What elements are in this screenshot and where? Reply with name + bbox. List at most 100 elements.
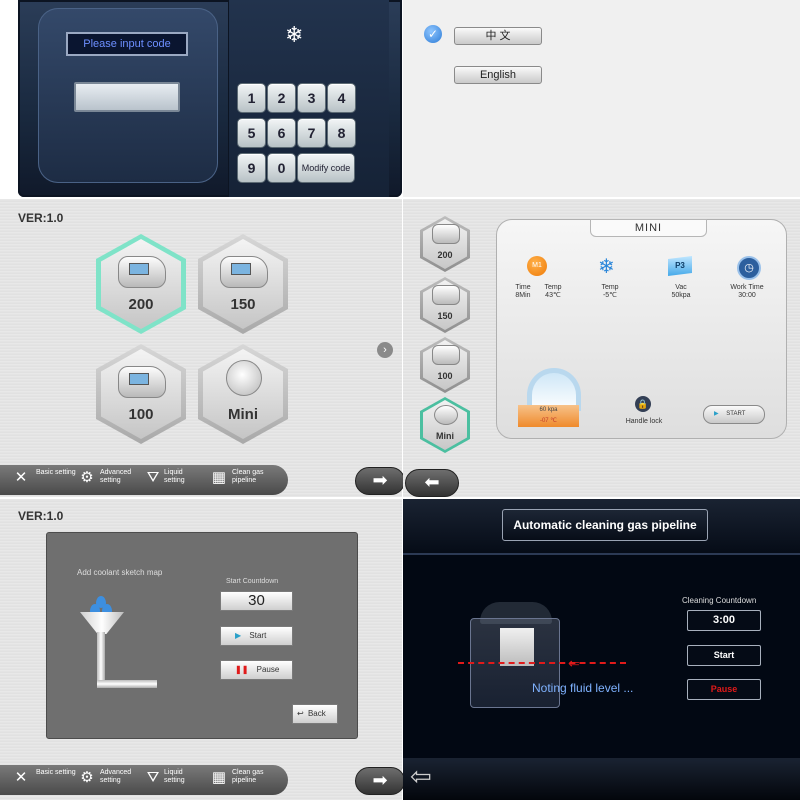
handle-100-image <box>118 366 166 398</box>
back-arrow-button[interactable]: ⬅ <box>405 469 459 497</box>
status-text: Noting fluid level ... <box>532 681 634 695</box>
clean-gas-pipeline-button[interactable]: Clean gas pipeline <box>232 469 272 485</box>
clean-gas-pipeline-button[interactable]: Clean gas pipeline <box>232 769 272 785</box>
pause-icon: ❚❚ <box>235 665 249 674</box>
handle-lock-label: Handle lock <box>625 418 663 425</box>
param-temp-cold: Temp -5℃ <box>596 284 624 300</box>
side-handle-150-label: 150 <box>437 311 453 321</box>
checkmark-icon[interactable]: ✓ <box>424 25 442 43</box>
modify-code-button[interactable]: Modify code <box>297 153 355 183</box>
side-handle-100-label: 100 <box>437 371 453 381</box>
back-icon: ↩ <box>297 709 304 718</box>
advanced-setting-button[interactable]: Advanced setting <box>100 469 140 485</box>
key-7[interactable]: 7 <box>297 118 326 148</box>
play-icon: ▶ <box>714 411 719 417</box>
settings-toolbar-bottom: ✕ Basic setting ⚙ Advanced setting ⛛ Liq… <box>0 765 288 795</box>
key-4[interactable]: 4 <box>327 83 356 113</box>
liquid-setting-button[interactable]: Liquid setting <box>164 769 196 785</box>
settings-toolbar: ✕ Basic setting ⚙ Advanced setting ⛛ Liq… <box>0 465 288 495</box>
play-icon: ▶ <box>235 631 242 640</box>
key-3[interactable]: 3 <box>297 83 326 113</box>
mini-start-label: START <box>726 411 746 417</box>
side-handle-200-label: 200 <box>437 250 453 260</box>
handle-200-image <box>118 256 166 288</box>
coolant-start-button[interactable]: ▶ Start <box>220 626 293 646</box>
cleaning-start-button[interactable]: Start <box>687 645 761 666</box>
fluid-level-line <box>458 662 626 664</box>
header-divider <box>403 553 800 555</box>
key-8[interactable]: 8 <box>327 118 356 148</box>
side-handle-mini-image <box>434 405 458 425</box>
cleaning-title: Automatic cleaning gas pipeline <box>502 509 708 541</box>
side-handle-mini-label: Mini <box>436 431 454 441</box>
arrow-left-icon: ⇐ <box>568 655 580 671</box>
param-time-label: Time <box>515 284 531 291</box>
cleaning-countdown-value: 3:00 <box>687 610 761 631</box>
param-vac-value: 50kpa <box>671 292 691 299</box>
handle-150-label: 150 <box>230 296 256 313</box>
next-page-icon[interactable]: › <box>377 342 393 358</box>
clock-icon: ◷ <box>737 256 761 280</box>
pressure-value: 60 kpa <box>539 407 558 413</box>
param-time: Time 8Min <box>512 284 534 300</box>
key-9[interactable]: 9 <box>237 153 266 183</box>
param-vac: Vac 50kpa <box>666 284 696 300</box>
temperature-value: -07 ℃ <box>539 418 558 424</box>
handle-150-image <box>220 256 268 288</box>
pipeline-icon: ▦ <box>211 469 227 486</box>
handle-mini-label: Mini <box>228 406 258 423</box>
advanced-setting-button[interactable]: Advanced setting <box>100 769 140 785</box>
p3-badge: P3 <box>668 256 692 276</box>
next-arrow-button[interactable]: ➡ <box>355 467 405 495</box>
tank-core-image <box>500 628 534 666</box>
param-temp-hot-label: Temp <box>544 284 562 291</box>
handle-100-label: 100 <box>128 406 154 423</box>
pipe-image <box>97 632 105 684</box>
m1-badge: M1 <box>527 256 547 276</box>
pipe-image <box>97 680 157 688</box>
key-2[interactable]: 2 <box>267 83 296 113</box>
param-work-time-value: 30:00 <box>738 292 756 299</box>
coolant-pause-button[interactable]: ❚❚ Pause <box>220 660 293 680</box>
param-vac-label: Vac <box>675 284 687 291</box>
mini-start-button[interactable]: ▶ START <box>703 405 765 424</box>
key-6[interactable]: 6 <box>267 118 296 148</box>
cold-snowflake-icon: ❄ <box>598 256 615 278</box>
basic-setting-button[interactable]: Basic setting <box>36 469 76 477</box>
snowflake-icon: ❄ <box>285 22 304 47</box>
language-english-button[interactable]: English <box>454 66 542 84</box>
gear-icon: ⚙ <box>80 769 94 786</box>
handle-select-panel <box>0 199 402 497</box>
handle-mini-image <box>226 360 262 396</box>
next-arrow-button-bottom[interactable]: ➡ <box>355 767 405 795</box>
handle-200-label: 200 <box>128 296 154 313</box>
code-prompt: Please input code <box>66 32 188 56</box>
wrench-icon: ✕ <box>14 469 28 486</box>
key-0[interactable]: 0 <box>267 153 296 183</box>
side-handle-150-image <box>432 285 460 305</box>
back-arrow-icon[interactable]: ⇦ <box>410 763 452 789</box>
coolant-start-label: Start <box>249 631 267 640</box>
param-temp-cold-value: -5℃ <box>602 292 618 299</box>
param-temp-cold-label: Temp <box>601 284 619 291</box>
key-1[interactable]: 1 <box>237 83 266 113</box>
cleaning-countdown-label: Cleaning Countdown <box>682 596 757 605</box>
language-chinese-button[interactable]: 中 文 <box>454 27 542 45</box>
pressure-readout: 60 kpa -07 ℃ <box>518 405 579 427</box>
param-time-value: 8Min <box>515 292 531 299</box>
lock-icon[interactable]: 🔒 <box>635 396 651 412</box>
param-temp-hot-value: 43℃ <box>545 292 561 299</box>
gear-icon: ⚙ <box>80 469 94 486</box>
code-input[interactable] <box>74 82 180 112</box>
coolant-back-button[interactable]: ↩ Back <box>292 704 338 724</box>
param-temp-hot: Temp 43℃ <box>540 284 566 300</box>
basic-setting-button[interactable]: Basic setting <box>36 769 76 777</box>
start-countdown-label: Start Countdown <box>226 578 279 585</box>
wrench-icon: ✕ <box>14 769 28 786</box>
param-work-time-label: Work Time <box>730 284 764 291</box>
cleaning-pause-button[interactable]: Pause <box>687 679 761 700</box>
key-5[interactable]: 5 <box>237 118 266 148</box>
liquid-setting-button[interactable]: Liquid setting <box>164 469 196 485</box>
funnel-icon: ⛛ <box>146 469 160 486</box>
version-label: VER:1.0 <box>18 211 64 225</box>
